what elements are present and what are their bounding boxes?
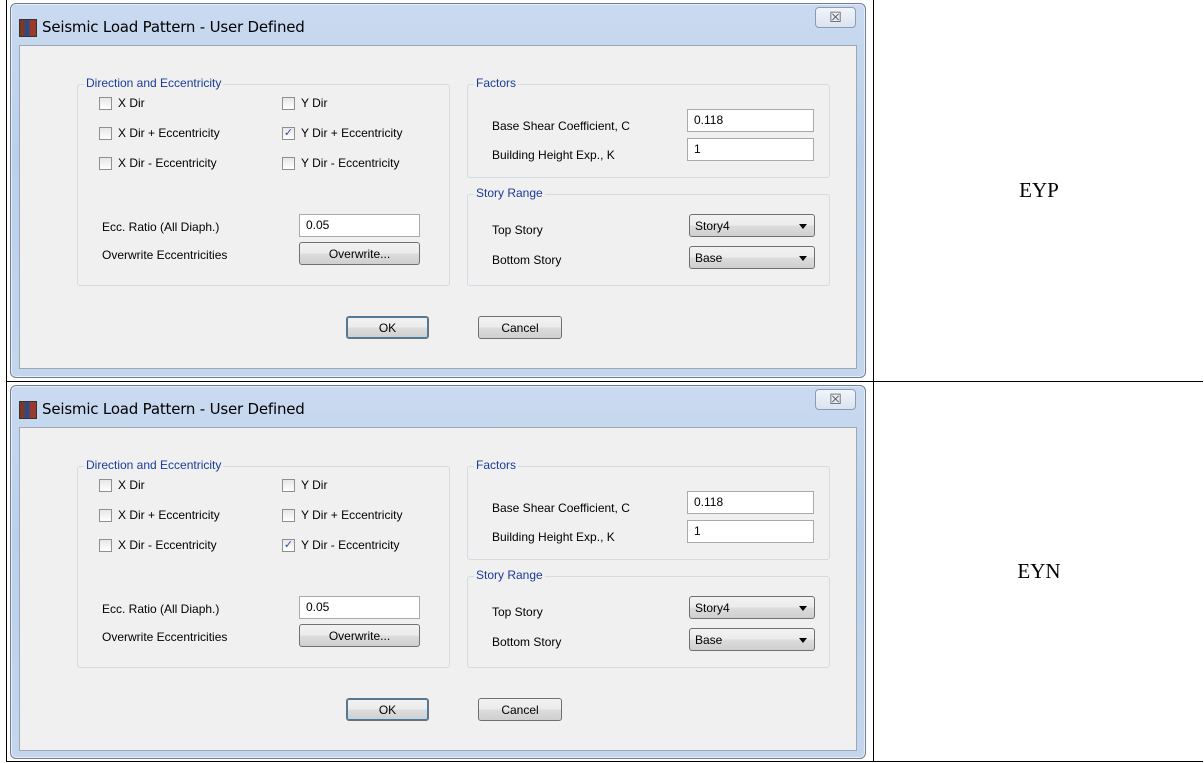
x-dir-label: X Dir xyxy=(118,96,145,110)
chevron-down-icon xyxy=(799,606,807,611)
group-title: Direction and Eccentricity xyxy=(84,76,224,90)
x-dir-plus-ecc-label: X Dir + Eccentricity xyxy=(118,508,220,522)
factors-group: Factors Base Shear Coefficient, C 0.118 … xyxy=(467,76,830,178)
cancel-button[interactable]: Cancel xyxy=(478,698,562,721)
height-exp-label: Building Height Exp., K xyxy=(492,148,615,162)
document-table: Seismic Load Pattern - User Defined ☒ Di… xyxy=(6,0,1203,762)
bottom-story-select[interactable]: Base xyxy=(689,246,815,269)
base-shear-input[interactable]: 0.118 xyxy=(687,109,814,132)
ok-button[interactable]: OK xyxy=(346,316,429,339)
table-row: Seismic Load Pattern - User Defined ☒ Di… xyxy=(6,382,1203,762)
height-exp-label: Building Height Exp., K xyxy=(492,530,615,544)
pattern-name-label: EYN xyxy=(1017,559,1061,583)
close-button[interactable]: ☒ xyxy=(815,389,856,410)
overwrite-button[interactable]: Overwrite... xyxy=(299,624,420,647)
dialog-body: Direction and Eccentricity X Dir Y Dir X… xyxy=(19,45,857,369)
title-bar[interactable]: Seismic Load Pattern - User Defined ☒ xyxy=(11,4,865,46)
story-range-group: Story Range Top Story Story4 Bottom Stor… xyxy=(467,568,830,668)
close-icon: ☒ xyxy=(829,391,842,407)
bottom-story-select[interactable]: Base xyxy=(689,628,815,651)
y-dir-minus-ecc-label: Y Dir - Eccentricity xyxy=(301,538,400,552)
x-dir-plus-ecc-checkbox[interactable] xyxy=(99,127,112,140)
x-dir-minus-ecc-checkbox[interactable] xyxy=(99,157,112,170)
dialog-body: Direction and Eccentricity X Dir Y Dir X… xyxy=(19,427,857,751)
base-shear-input[interactable]: 0.118 xyxy=(687,491,814,514)
x-dir-minus-ecc-label: X Dir - Eccentricity xyxy=(118,538,217,552)
group-title: Direction and Eccentricity xyxy=(84,458,224,472)
pattern-name-label: EYP xyxy=(1019,178,1059,202)
y-dir-minus-ecc-checkbox[interactable] xyxy=(282,157,295,170)
bottom-story-label: Bottom Story xyxy=(492,253,562,267)
x-dir-minus-ecc-checkbox[interactable] xyxy=(99,539,112,552)
top-story-value: Story4 xyxy=(695,219,730,233)
base-shear-label: Base Shear Coefficient, C xyxy=(492,119,630,133)
x-dir-checkbox[interactable] xyxy=(99,97,112,110)
ecc-ratio-input[interactable]: 0.05 xyxy=(299,596,420,619)
x-dir-minus-ecc-label: X Dir - Eccentricity xyxy=(118,156,217,170)
dialog-title: Seismic Load Pattern - User Defined xyxy=(42,400,305,418)
height-exp-input[interactable]: 1 xyxy=(687,138,814,161)
chevron-down-icon xyxy=(799,224,807,229)
dialog-title: Seismic Load Pattern - User Defined xyxy=(42,18,305,36)
overwrite-button[interactable]: Overwrite... xyxy=(299,242,420,265)
overwrite-eccentricities-label: Overwrite Eccentricities xyxy=(102,248,228,262)
group-title: Story Range xyxy=(474,186,545,200)
y-dir-minus-ecc-checkbox[interactable]: ✓ xyxy=(282,539,295,552)
direction-eccentricity-group: Direction and Eccentricity X Dir Y Dir X… xyxy=(77,76,450,286)
y-dir-label: Y Dir xyxy=(301,96,328,110)
dialog-window: Seismic Load Pattern - User Defined ☒ Di… xyxy=(10,3,866,378)
chevron-down-icon xyxy=(799,256,807,261)
close-icon: ☒ xyxy=(829,9,842,25)
group-title: Story Range xyxy=(474,568,545,582)
group-title: Factors xyxy=(474,458,519,472)
top-story-value: Story4 xyxy=(695,601,730,615)
ecc-ratio-label: Ecc. Ratio (All Diaph.) xyxy=(102,220,220,234)
y-dir-checkbox[interactable] xyxy=(282,479,295,492)
close-button[interactable]: ☒ xyxy=(815,7,856,28)
overwrite-eccentricities-label: Overwrite Eccentricities xyxy=(102,630,228,644)
bottom-story-value: Base xyxy=(695,251,723,265)
top-story-select[interactable]: Story4 xyxy=(689,214,815,237)
y-dir-checkbox[interactable] xyxy=(282,97,295,110)
y-dir-plus-ecc-checkbox[interactable]: ✓ xyxy=(282,127,295,140)
y-dir-plus-ecc-label: Y Dir + Eccentricity xyxy=(301,508,403,522)
bottom-story-label: Bottom Story xyxy=(492,635,562,649)
dialog-window: Seismic Load Pattern - User Defined ☒ Di… xyxy=(10,385,866,759)
base-shear-label: Base Shear Coefficient, C xyxy=(492,501,630,515)
ecc-ratio-input[interactable]: 0.05 xyxy=(299,214,420,237)
factors-group: Factors Base Shear Coefficient, C 0.118 … xyxy=(467,458,830,560)
y-dir-plus-ecc-label: Y Dir + Eccentricity xyxy=(301,126,403,140)
app-icon xyxy=(19,19,37,37)
story-range-group: Story Range Top Story Story4 Bottom Stor… xyxy=(467,186,830,286)
x-dir-label: X Dir xyxy=(118,478,145,492)
cancel-button[interactable]: Cancel xyxy=(478,316,562,339)
ecc-ratio-label: Ecc. Ratio (All Diaph.) xyxy=(102,602,220,616)
bottom-story-value: Base xyxy=(695,633,723,647)
x-dir-checkbox[interactable] xyxy=(99,479,112,492)
top-story-label: Top Story xyxy=(492,605,543,619)
x-dir-plus-ecc-label: X Dir + Eccentricity xyxy=(118,126,220,140)
x-dir-plus-ecc-checkbox[interactable] xyxy=(99,509,112,522)
table-row: Seismic Load Pattern - User Defined ☒ Di… xyxy=(6,0,1203,382)
title-bar[interactable]: Seismic Load Pattern - User Defined ☒ xyxy=(11,386,865,428)
y-dir-minus-ecc-label: Y Dir - Eccentricity xyxy=(301,156,400,170)
top-story-select[interactable]: Story4 xyxy=(689,596,815,619)
top-story-label: Top Story xyxy=(492,223,543,237)
height-exp-input[interactable]: 1 xyxy=(687,520,814,543)
ok-button[interactable]: OK xyxy=(346,698,429,721)
y-dir-plus-ecc-checkbox[interactable] xyxy=(282,509,295,522)
group-title: Factors xyxy=(474,76,519,90)
direction-eccentricity-group: Direction and Eccentricity X Dir Y Dir X… xyxy=(77,458,450,668)
app-icon xyxy=(19,401,37,419)
y-dir-label: Y Dir xyxy=(301,478,328,492)
chevron-down-icon xyxy=(799,638,807,643)
